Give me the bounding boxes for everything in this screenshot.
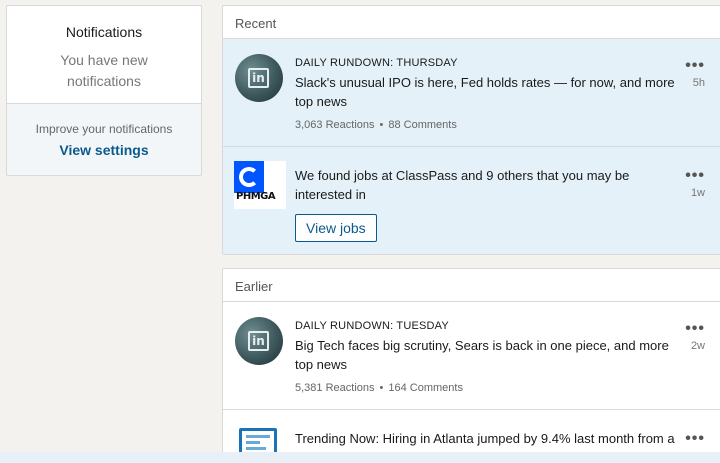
notification-item[interactable]: in DAILY RUNDOWN: TUESDAY Big Tech faces… [223, 302, 720, 410]
linkedin-glyph: in [248, 331, 269, 351]
earlier-notifications-card: Earlier in DAILY RUNDOWN: TUESDAY Big Te… [222, 268, 720, 463]
recent-header: Recent [223, 6, 720, 39]
more-options-icon[interactable]: ••• [685, 321, 705, 337]
notification-kicker: DAILY RUNDOWN: TUESDAY [295, 320, 449, 332]
notification-time: 5h [692, 77, 705, 89]
company-logo-text: PHMGA [236, 191, 276, 202]
notifications-sidebar: Notifications You have new notifications… [6, 5, 202, 176]
notification-kicker: DAILY RUNDOWN: THURSDAY [295, 57, 458, 69]
article-line [246, 441, 260, 444]
earlier-header: Earlier [223, 269, 720, 302]
sidebar-title: Notifications [65, 24, 143, 40]
linkedin-logo-icon: in [235, 54, 283, 102]
reactions-count[interactable]: 5,381 Reactions [295, 382, 375, 394]
article-line [246, 447, 266, 450]
improve-notifications-text: Improve your notifications [35, 122, 173, 136]
comments-count[interactable]: 164 Comments [388, 382, 463, 394]
notification-time: 1w [690, 187, 705, 199]
notification-social-counts: 3,063 Reactions • 88 Comments [295, 119, 681, 131]
notification-time: 2w [690, 340, 705, 352]
sidebar-subtitle: You have new notifications [60, 52, 148, 89]
notification-item[interactable]: PHMGA We found jobs at ClassPass and 9 o… [223, 147, 720, 254]
notification-headline[interactable]: Slack's unusual IPO is here, Fed holds r… [295, 73, 681, 111]
bottom-bar [0, 452, 720, 463]
notification-item[interactable]: in DAILY RUNDOWN: THURSDAY Slack's unusu… [223, 39, 720, 147]
notification-headline[interactable]: Big Tech faces big scrutiny, Sears is ba… [295, 336, 681, 374]
notification-settings-box: Improve your notifications View settings [7, 104, 201, 175]
more-options-icon[interactable]: ••• [685, 168, 705, 184]
notification-headline[interactable]: We found jobs at ClassPass and 9 others … [295, 166, 681, 204]
classpass-logo-ring [239, 167, 259, 187]
dot-separator: • [379, 382, 384, 394]
recent-notifications-card: Recent in DAILY RUNDOWN: THURSDAY Slack'… [222, 5, 720, 255]
dot-separator: • [379, 119, 384, 131]
more-options-icon[interactable]: ••• [685, 58, 705, 74]
notification-social-counts: 5,381 Reactions • 164 Comments [295, 382, 681, 394]
view-settings-link[interactable]: View settings [59, 142, 148, 158]
article-line [246, 435, 270, 438]
classpass-logo-icon: PHMGA [234, 161, 286, 209]
linkedin-logo-icon: in [235, 317, 283, 365]
linkedin-glyph: in [248, 68, 269, 88]
notifications-summary: Notifications You have new notifications [7, 6, 201, 104]
more-options-icon[interactable]: ••• [685, 431, 705, 447]
reactions-count[interactable]: 3,063 Reactions [295, 119, 375, 131]
comments-count[interactable]: 88 Comments [388, 119, 456, 131]
view-jobs-button[interactable]: View jobs [295, 214, 377, 242]
